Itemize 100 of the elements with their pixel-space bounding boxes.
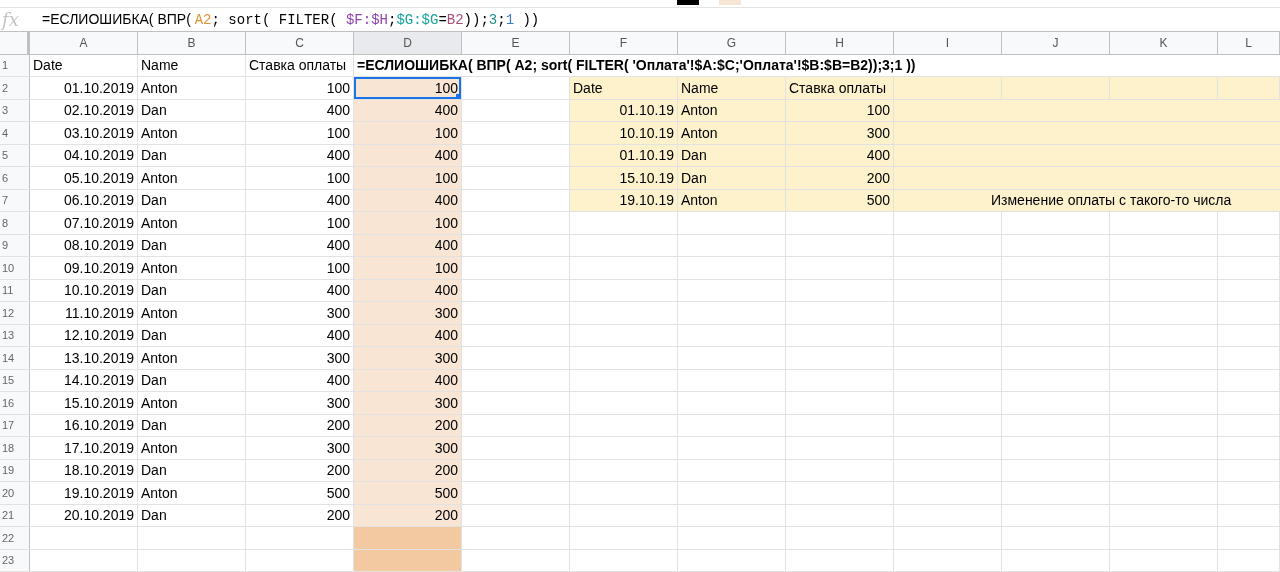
row-number[interactable]: 7 bbox=[0, 189, 30, 211]
row-number[interactable]: 5 bbox=[0, 144, 30, 166]
table-cell: 07.10.2019 bbox=[30, 212, 138, 234]
row-number[interactable]: 9 bbox=[0, 234, 30, 256]
lookup-cell: Dan bbox=[678, 144, 786, 166]
row-number[interactable]: 2 bbox=[0, 77, 30, 99]
table-cell: 10.10.2019 bbox=[30, 279, 138, 301]
table-cell: Anton bbox=[138, 437, 246, 459]
row-number[interactable]: 15 bbox=[0, 369, 30, 391]
table-cell: 200 bbox=[354, 414, 462, 436]
table-cell: 04.10.2019 bbox=[30, 144, 138, 166]
table-cell: 300 bbox=[354, 302, 462, 324]
table-cell: Date bbox=[30, 54, 138, 76]
note-text: Изменение оплаты с такого-то числа bbox=[894, 189, 1280, 211]
row-number[interactable]: 13 bbox=[0, 324, 30, 346]
column-header[interactable]: J bbox=[1002, 32, 1110, 54]
row-number[interactable]: 1 bbox=[0, 54, 30, 76]
column-header[interactable]: F bbox=[570, 32, 678, 54]
table-cell: 400 bbox=[354, 189, 462, 211]
table-cell: Dan bbox=[138, 144, 246, 166]
table-cell: 03.10.2019 bbox=[30, 122, 138, 144]
table-cell: Name bbox=[138, 54, 246, 76]
column-header[interactable]: G bbox=[678, 32, 786, 54]
table-cell: Anton bbox=[138, 122, 246, 144]
row-number[interactable]: 16 bbox=[0, 392, 30, 414]
row-number[interactable]: 3 bbox=[0, 99, 30, 121]
table-cell: 400 bbox=[354, 369, 462, 391]
table-cell: 200 bbox=[354, 504, 462, 526]
formula-cell-text: =ЕСЛИОШИБКА( ВПР( A2; sort( FILTER( 'Оплата'!$A:$C;'Оплата'!$B:$B=B2));3;1 )) bbox=[356, 56, 917, 76]
text-color-swatch-icon[interactable] bbox=[677, 0, 699, 5]
lookup-cell: 400 bbox=[786, 144, 894, 166]
table-cell: 11.10.2019 bbox=[30, 302, 138, 324]
lookup-cell: Anton bbox=[678, 122, 786, 144]
column-header[interactable]: E bbox=[462, 32, 570, 54]
table-cell: 400 bbox=[354, 144, 462, 166]
row-number[interactable]: 20 bbox=[0, 482, 30, 504]
table-cell: 300 bbox=[354, 437, 462, 459]
table-cell: 16.10.2019 bbox=[30, 414, 138, 436]
column-header[interactable]: L bbox=[1218, 32, 1280, 54]
row-number[interactable]: 10 bbox=[0, 257, 30, 279]
table-cell: 12.10.2019 bbox=[30, 324, 138, 346]
row-number[interactable]: 18 bbox=[0, 437, 30, 459]
table-cell: 08.10.2019 bbox=[30, 234, 138, 256]
table-cell: 300 bbox=[354, 347, 462, 369]
formula-input[interactable]: =ЕСЛИОШИБКА( ВПР( A2; sort( FILTER( $F:$H;$G:$G=B2));3;1 )) bbox=[42, 10, 540, 28]
lookup-cell: 01.10.19 bbox=[570, 144, 678, 166]
table-cell: Anton bbox=[138, 302, 246, 324]
table-cell: 17.10.2019 bbox=[30, 437, 138, 459]
fx-label: fx bbox=[0, 8, 20, 30]
column-header[interactable]: K bbox=[1110, 32, 1218, 54]
table-cell: Dan bbox=[138, 279, 246, 301]
table-cell: Dan bbox=[138, 369, 246, 391]
lookup-cell: 200 bbox=[786, 167, 894, 189]
column-header[interactable]: A bbox=[30, 32, 138, 54]
lookup-cell: Anton bbox=[678, 189, 786, 211]
table-cell: Dan bbox=[138, 234, 246, 256]
lookup-cell: Anton bbox=[678, 99, 786, 121]
column-header[interactable]: H bbox=[786, 32, 894, 54]
row-number[interactable]: 4 bbox=[0, 122, 30, 144]
row-number[interactable]: 14 bbox=[0, 347, 30, 369]
table-cell: Anton bbox=[138, 392, 246, 414]
lookup-cell: Name bbox=[678, 77, 786, 99]
row-number[interactable]: 8 bbox=[0, 212, 30, 234]
row-number[interactable]: 19 bbox=[0, 459, 30, 481]
lookup-cell: 10.10.19 bbox=[570, 122, 678, 144]
table-cell: 01.10.2019 bbox=[30, 77, 138, 99]
column-header[interactable]: D bbox=[354, 32, 462, 54]
table-cell: 500 bbox=[354, 482, 462, 504]
table-cell: 100 bbox=[354, 167, 462, 189]
table-cell: 100 bbox=[354, 212, 462, 234]
table-cell: Ставка оплаты bbox=[246, 54, 354, 76]
table-cell: 14.10.2019 bbox=[30, 369, 138, 391]
row-number[interactable]: 6 bbox=[0, 167, 30, 189]
row-number[interactable]: 21 bbox=[0, 504, 30, 526]
lookup-cell: Date bbox=[570, 77, 678, 99]
table-cell: 100 bbox=[354, 257, 462, 279]
table-cell: Dan bbox=[138, 189, 246, 211]
table-cell: 20.10.2019 bbox=[30, 504, 138, 526]
column-header[interactable]: I bbox=[894, 32, 1002, 54]
table-cell: Anton bbox=[138, 77, 246, 99]
table-cell: Anton bbox=[138, 257, 246, 279]
table-cell: Anton bbox=[138, 347, 246, 369]
table-cell: 15.10.2019 bbox=[30, 392, 138, 414]
table-cell: 300 bbox=[354, 392, 462, 414]
fill-color-swatch-icon[interactable] bbox=[719, 0, 741, 5]
table-cell: 06.10.2019 bbox=[30, 189, 138, 211]
row-number[interactable]: 17 bbox=[0, 414, 30, 436]
row-number[interactable]: 11 bbox=[0, 279, 30, 301]
row-number[interactable]: 12 bbox=[0, 302, 30, 324]
table-cell: Dan bbox=[138, 504, 246, 526]
table-cell: Dan bbox=[138, 414, 246, 436]
row-number[interactable]: 23 bbox=[0, 549, 30, 571]
table-cell: 400 bbox=[354, 279, 462, 301]
row-number[interactable]: 22 bbox=[0, 527, 30, 549]
table-cell: Dan bbox=[138, 99, 246, 121]
lookup-cell: 500 bbox=[786, 189, 894, 211]
table-cell: Anton bbox=[138, 482, 246, 504]
column-header[interactable]: B bbox=[138, 32, 246, 54]
table-cell: 13.10.2019 bbox=[30, 347, 138, 369]
lookup-cell: Ставка оплаты bbox=[786, 77, 894, 99]
